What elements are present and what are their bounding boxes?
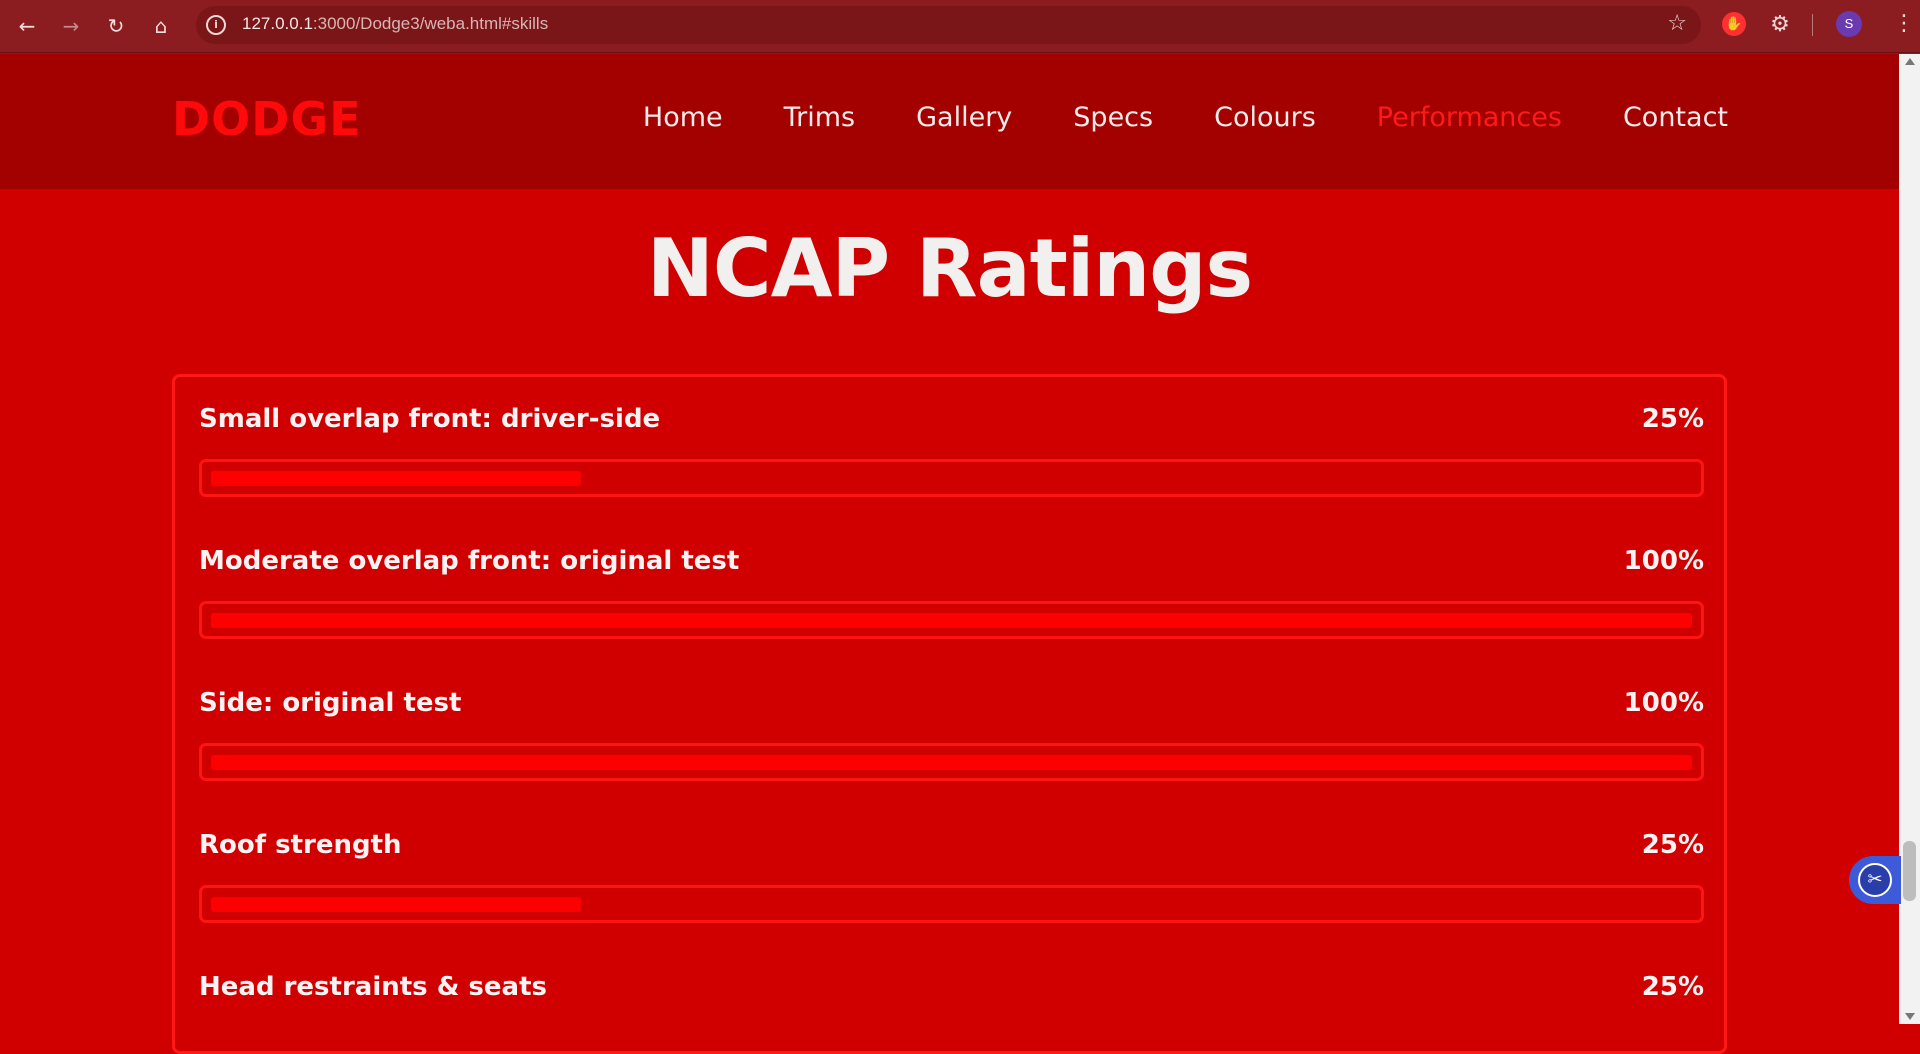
nav-item-performances[interactable]: Performances — [1377, 102, 1562, 133]
rating-value: 25% — [1641, 404, 1704, 434]
nav-item-specs[interactable]: Specs — [1073, 102, 1153, 133]
info-icon[interactable]: i — [206, 15, 226, 35]
rating-progress-track — [199, 459, 1704, 497]
scrollbar-thumb[interactable] — [1903, 841, 1916, 901]
rating-value: 100% — [1623, 546, 1704, 576]
page-scrollbar[interactable] — [1899, 54, 1920, 1024]
url-host: 127.0.0.1 — [242, 14, 313, 33]
toolbar-divider — [1812, 14, 1813, 36]
rating-label: Roof strength — [199, 830, 402, 860]
url-text[interactable]: 127.0.0.1:3000/Dodge3/weba.html#skills — [242, 14, 548, 34]
floating-tool-button[interactable]: ✂ — [1849, 856, 1901, 904]
scissors-icon[interactable]: ✂ — [1858, 863, 1892, 897]
rating-label: Small overlap front: driver-side — [199, 404, 661, 434]
ratings-panel: Small overlap front: driver-side 25% Mod… — [172, 374, 1727, 1054]
rating-progress-fill — [211, 471, 581, 486]
rating-label: Side: original test — [199, 688, 462, 718]
address-bar[interactable]: i 127.0.0.1:3000/Dodge3/weba.html#skills… — [196, 6, 1701, 44]
url-path: :3000/Dodge3/weba.html#skills — [312, 14, 549, 33]
nav-item-home[interactable]: Home — [643, 102, 723, 133]
reload-icon[interactable]: ↻ — [101, 11, 131, 41]
scroll-down-icon[interactable] — [1905, 1013, 1915, 1020]
rating-value: 25% — [1641, 830, 1704, 860]
nav-item-trims[interactable]: Trims — [784, 102, 856, 133]
forward-arrow-icon[interactable]: → — [56, 11, 86, 41]
section-title: NCAP Ratings — [646, 222, 1253, 315]
home-icon[interactable]: ⌂ — [146, 11, 176, 41]
scroll-up-icon[interactable] — [1905, 58, 1915, 65]
browser-toolbar: ← → ↻ ⌂ i 127.0.0.1:3000/Dodge3/weba.htm… — [0, 0, 1920, 53]
kebab-menu-icon[interactable]: ⋮ — [1893, 10, 1915, 38]
rating-value: 100% — [1623, 688, 1704, 718]
rating-label: Head restraints & seats — [199, 972, 547, 1002]
nav-item-gallery[interactable]: Gallery — [916, 102, 1012, 133]
rating-progress-fill — [211, 897, 581, 912]
rating-progress-track — [199, 743, 1704, 781]
puzzle-icon[interactable]: ⚙ — [1767, 12, 1793, 38]
site-header: DODGE Home Trims Gallery Specs Colours P… — [0, 54, 1899, 189]
nav-item-contact[interactable]: Contact — [1623, 102, 1728, 133]
rating-label: Moderate overlap front: original test — [199, 546, 740, 576]
main-nav: Home Trims Gallery Specs Colours Perform… — [582, 102, 1728, 133]
rating-progress-fill — [211, 755, 1692, 770]
stop-hand-icon[interactable]: ✋ — [1722, 12, 1746, 36]
nav-item-colours[interactable]: Colours — [1214, 102, 1316, 133]
site-logo[interactable]: DODGE — [172, 92, 362, 146]
profile-avatar[interactable]: S — [1836, 11, 1862, 37]
rating-progress-track — [199, 601, 1704, 639]
rating-progress-track — [199, 885, 1704, 923]
rating-progress-fill — [211, 613, 1692, 628]
star-icon[interactable]: ☆ — [1667, 11, 1687, 36]
back-arrow-icon[interactable]: ← — [12, 11, 42, 41]
rating-value: 25% — [1641, 972, 1704, 1002]
